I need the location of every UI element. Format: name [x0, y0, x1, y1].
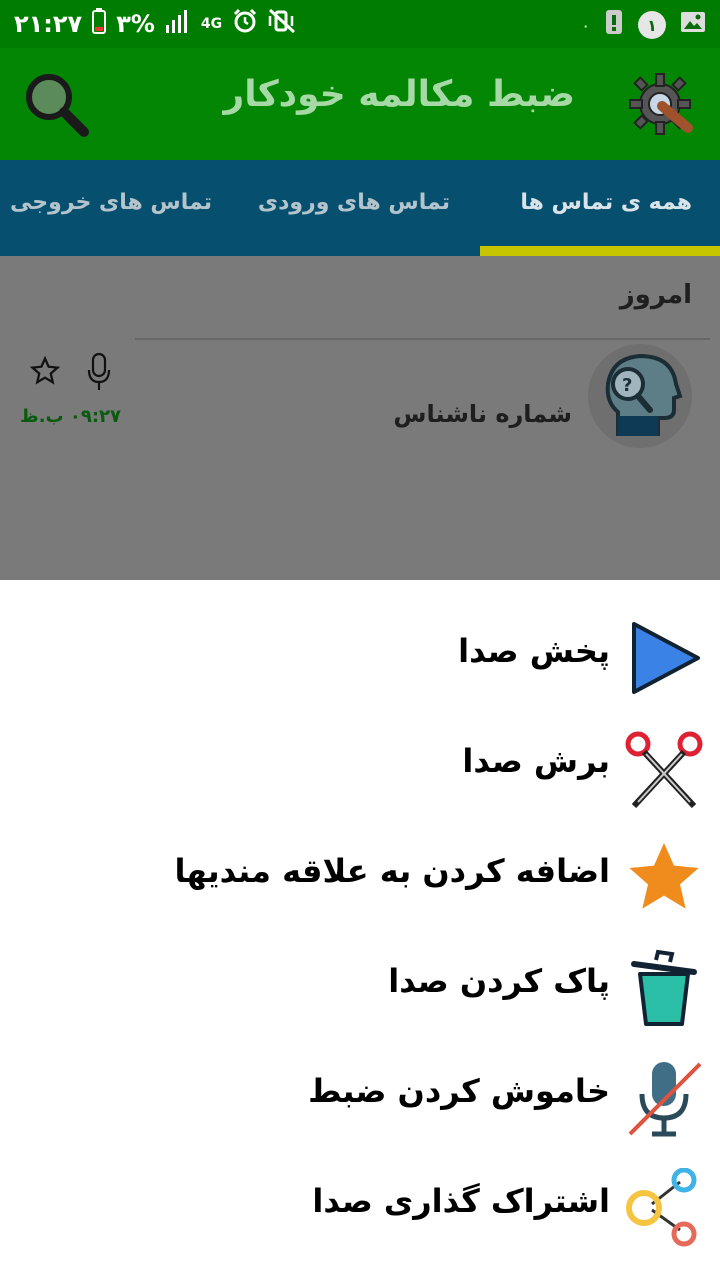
section-divider	[135, 338, 710, 340]
option-label: اضافه کردن به علاقه مندیها	[174, 852, 610, 890]
tab-bar: همه ی تماس ها تماس های ورودی تماس های خر…	[0, 160, 720, 256]
battery-percent: ۳%	[116, 10, 155, 38]
network-type: 4G	[200, 16, 223, 32]
play-audio-option[interactable]: پخش صدا	[0, 600, 720, 710]
share-audio-option[interactable]: اشتراک گذاری صدا	[0, 1150, 720, 1260]
bottom-sheet: پخش صدا برش صدا اضافه کردن به علاقه مندی…	[0, 580, 720, 1280]
add-favorite-option[interactable]: اضافه کردن به علاقه مندیها	[0, 820, 720, 930]
mute-vibrate-icon	[268, 8, 296, 40]
tab-incoming-calls[interactable]: تماس های ورودی	[258, 190, 450, 215]
tab-indicator	[480, 246, 720, 256]
alarm-icon	[232, 8, 258, 40]
call-time: ۰۹:۲۷ ب.ظ	[20, 406, 122, 427]
tab-outgoing-calls[interactable]: تماس های خروجی	[10, 190, 212, 215]
tab-all-calls[interactable]: همه ی تماس ها	[520, 190, 692, 215]
play-icon	[624, 618, 704, 698]
disable-recording-option[interactable]: خاموش کردن ضبط	[0, 1040, 720, 1150]
clock: ۲۱:۲۷	[14, 10, 83, 38]
contact-name: شماره ناشناس	[393, 400, 572, 428]
status-dot: ۰	[581, 15, 590, 35]
settings-gear-icon[interactable]	[626, 70, 696, 140]
mic-off-icon	[624, 1058, 704, 1138]
delete-audio-option[interactable]: پاک کردن صدا	[0, 930, 720, 1040]
signal-icon	[165, 9, 191, 39]
search-icon[interactable]	[22, 70, 92, 140]
option-label: برش صدا	[462, 742, 610, 780]
svg-text:?: ?	[622, 375, 632, 396]
call-list-item[interactable]: ۰۹:۲۷ ب.ظ شماره ناشناس ?	[12, 344, 712, 448]
section-label-today: امروز	[619, 280, 692, 310]
share-icon	[624, 1167, 704, 1248]
option-label: خاموش کردن ضبط	[308, 1072, 610, 1110]
app-title: ضبط مکالمه خودکار	[223, 74, 576, 115]
alert-icon	[604, 8, 624, 42]
star-icon	[624, 838, 704, 918]
battery-icon	[92, 8, 107, 40]
option-label: پخش صدا	[458, 632, 610, 670]
star-outline-icon[interactable]	[29, 355, 61, 386]
unknown-caller-avatar-icon: ?	[588, 344, 692, 448]
microphone-icon	[86, 352, 112, 392]
option-label: پاک کردن صدا	[388, 962, 610, 1000]
option-label: اشتراک گذاری صدا	[312, 1182, 610, 1220]
trash-icon	[624, 948, 704, 1028]
gallery-icon	[680, 10, 706, 40]
trim-audio-option[interactable]: برش صدا	[0, 710, 720, 820]
notification-badge: ۱	[638, 11, 666, 39]
call-list: امروز ۰۹:۲۷ ب.ظ شماره ناشناس ?	[0, 256, 720, 580]
status-bar: ۲۱:۲۷ ۳% 4G ۰ ۱	[0, 0, 720, 48]
app-bar: ضبط مکالمه خودکار	[0, 48, 720, 160]
scissors-icon	[624, 728, 704, 809]
